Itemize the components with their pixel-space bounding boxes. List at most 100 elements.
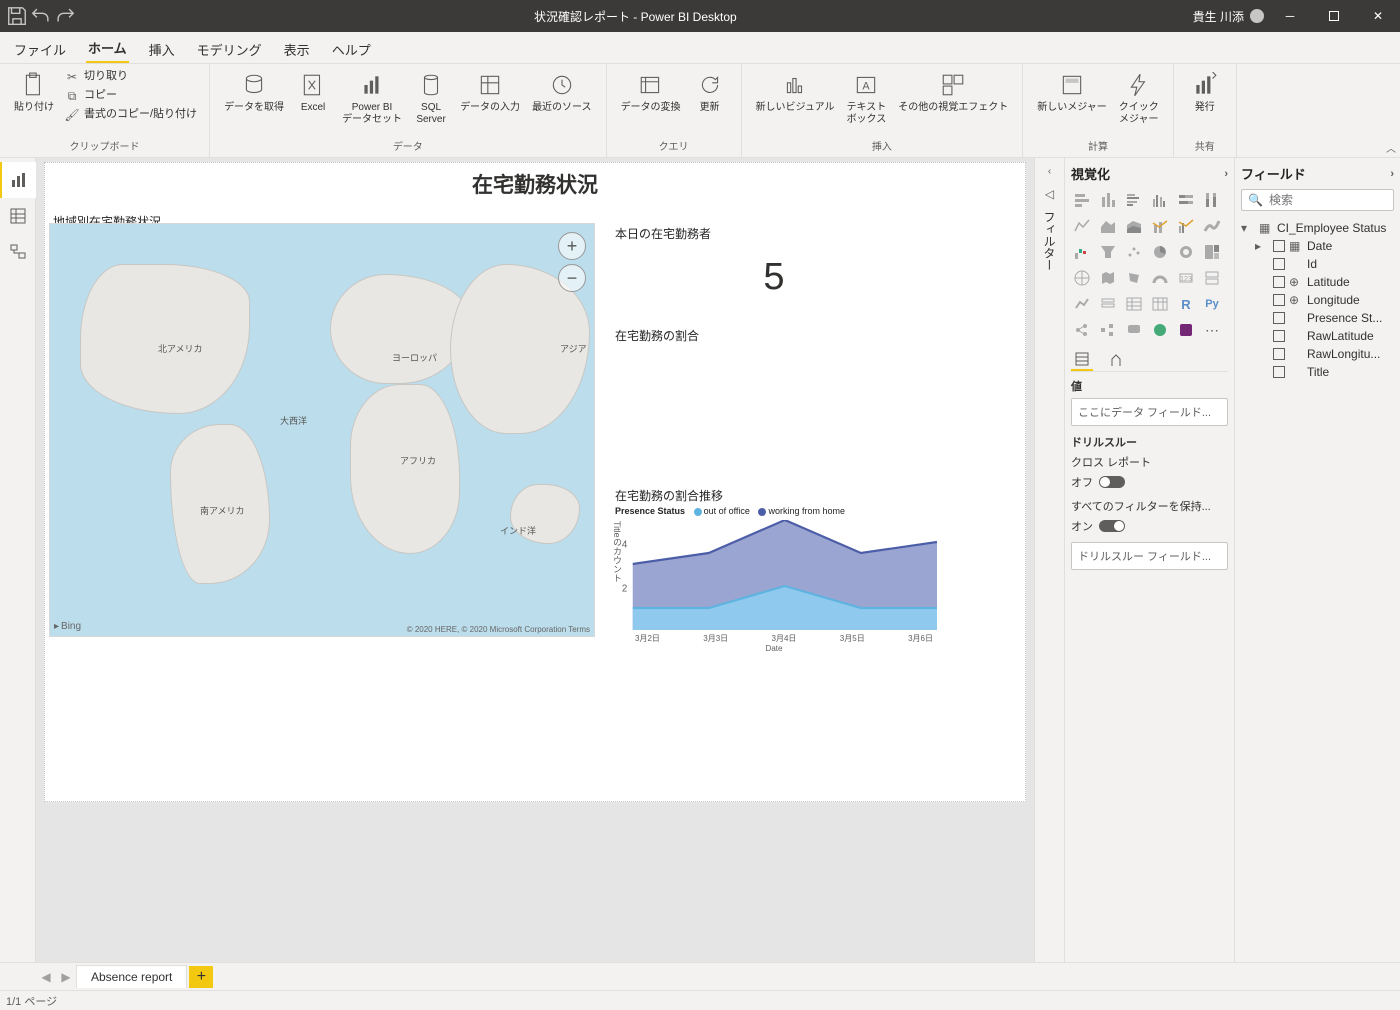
minimize-button[interactable]: ─ (1268, 0, 1312, 32)
page-tab[interactable]: Absence report (76, 965, 187, 988)
close-button[interactable]: ✕ (1356, 0, 1400, 32)
new-measure-button[interactable]: 新しいメジャー (1033, 68, 1111, 116)
map-zoom-out[interactable]: − (558, 264, 586, 292)
add-page-button[interactable]: + (189, 966, 213, 988)
report-canvas[interactable]: 在宅勤務状況 地域別在宅勤務状況 北アメリカ 南アメリカ ヨーロッパ アフリカ … (44, 162, 1026, 802)
model-view-button[interactable] (0, 234, 36, 270)
paste-button[interactable]: 貼り付け (10, 68, 58, 116)
tab-insert[interactable]: 挿入 (147, 34, 177, 63)
field-longitude[interactable]: ⊕Longitude (1255, 291, 1394, 309)
slicer-icon[interactable] (1097, 293, 1119, 315)
collapse-fields-panel[interactable]: › (1390, 168, 1394, 180)
decomposition-tree-icon[interactable] (1097, 319, 1119, 341)
qa-visual-icon[interactable] (1123, 319, 1145, 341)
recent-sources-button[interactable]: 最近のソース (528, 68, 596, 116)
pbi-dataset-button[interactable]: Power BI データセット (338, 68, 406, 128)
100-stacked-column-icon[interactable] (1201, 189, 1223, 211)
transform-button[interactable]: データの変換 (617, 68, 685, 116)
shape-map-icon[interactable] (1123, 267, 1145, 289)
gauge-icon[interactable] (1149, 267, 1171, 289)
map-zoom-in[interactable]: + (558, 232, 586, 260)
filters-icon[interactable]: ◁ (1045, 187, 1054, 201)
tab-view[interactable]: 表示 (282, 34, 312, 63)
next-page-button[interactable]: ▶ (56, 970, 76, 984)
funnel-icon[interactable] (1097, 241, 1119, 263)
values-drop[interactable]: ここにデータ フィールド... (1071, 398, 1228, 426)
format-tab[interactable] (1105, 349, 1127, 371)
fields-search[interactable]: 🔍 (1241, 189, 1394, 211)
kpi-icon[interactable] (1071, 293, 1093, 315)
undo-icon[interactable] (30, 5, 52, 27)
copy-button[interactable]: ⧉コピー (62, 87, 119, 105)
keep-filters-toggle[interactable]: オン (1071, 518, 1228, 534)
100-stacked-bar-icon[interactable] (1175, 189, 1197, 211)
field-rawlat[interactable]: RawLatitude (1255, 327, 1394, 345)
quick-measure-button[interactable]: クイック メジャー (1115, 68, 1163, 128)
collapse-vis-panel[interactable]: › (1224, 168, 1228, 180)
format-painter-button[interactable]: 🖌書式のコピー/貼り付け (62, 106, 199, 124)
trend-visual[interactable]: 在宅勤務の割合推移 Presence Status out of office … (611, 481, 937, 641)
new-visual-button[interactable]: 新しいビジュアル (752, 68, 839, 116)
filters-label[interactable]: フィルター (1041, 211, 1058, 271)
table-icon[interactable] (1123, 293, 1145, 315)
py-visual-icon[interactable]: Py (1201, 293, 1223, 315)
field-presence[interactable]: Presence St... (1255, 309, 1394, 327)
drill-drop[interactable]: ドリルスルー フィールド... (1071, 542, 1228, 570)
line-stacked-column-icon[interactable] (1149, 215, 1171, 237)
powerapps-icon[interactable] (1175, 319, 1197, 341)
text-box-button[interactable]: Aテキスト ボックス (843, 68, 891, 128)
report-view-button[interactable] (0, 162, 36, 198)
field-id[interactable]: Id (1255, 255, 1394, 273)
save-icon[interactable] (6, 5, 28, 27)
tab-home[interactable]: ホーム (86, 32, 129, 63)
filled-map-icon[interactable] (1097, 267, 1119, 289)
publish-button[interactable]: 発行 (1184, 68, 1226, 116)
maximize-button[interactable] (1312, 0, 1356, 32)
stacked-bar-icon[interactable] (1071, 189, 1093, 211)
cut-button[interactable]: ✂切り取り (62, 68, 130, 86)
field-title[interactable]: Title (1255, 363, 1394, 381)
stacked-area-icon[interactable] (1123, 215, 1145, 237)
sql-button[interactable]: SQL Server (410, 68, 452, 128)
waterfall-icon[interactable] (1071, 241, 1093, 263)
line-chart-icon[interactable] (1071, 215, 1093, 237)
search-input[interactable] (1269, 193, 1400, 207)
treemap-icon[interactable] (1201, 241, 1223, 263)
multirow-card-icon[interactable] (1201, 267, 1223, 289)
tab-modeling[interactable]: モデリング (195, 34, 264, 63)
field-latitude[interactable]: ⊕Latitude (1255, 273, 1394, 291)
kpi-visual[interactable]: 本日の在宅勤務者 5 (611, 219, 937, 311)
pie-icon[interactable] (1149, 241, 1171, 263)
user-account[interactable]: 貴生 川添 (1189, 8, 1268, 25)
scatter-icon[interactable] (1123, 241, 1145, 263)
fields-tab[interactable] (1071, 349, 1093, 371)
ribbon-chart-icon[interactable] (1201, 215, 1223, 237)
r-visual-icon[interactable]: R (1175, 293, 1197, 315)
stacked-column-icon[interactable] (1097, 189, 1119, 211)
donut-icon[interactable] (1175, 241, 1197, 263)
more-visuals-button[interactable]: その他の視覚エフェクト (894, 68, 1012, 116)
matrix-icon[interactable] (1149, 293, 1171, 315)
line-clustered-column-icon[interactable] (1175, 215, 1197, 237)
area-chart-icon[interactable] (1097, 215, 1119, 237)
clustered-bar-icon[interactable] (1123, 189, 1145, 211)
arcgis-icon[interactable] (1149, 319, 1171, 341)
prev-page-button[interactable]: ◀ (36, 970, 56, 984)
field-date[interactable]: ▸▦Date (1255, 237, 1394, 255)
tab-help[interactable]: ヘルプ (330, 34, 373, 63)
clustered-column-icon[interactable] (1149, 189, 1171, 211)
key-influencers-icon[interactable] (1071, 319, 1093, 341)
table-node[interactable]: ▾▦CI_Employee Status (1241, 219, 1394, 237)
ratio-visual[interactable]: 在宅勤務の割合 (611, 321, 937, 471)
map-icon[interactable] (1071, 267, 1093, 289)
field-rawlon[interactable]: RawLongitu... (1255, 345, 1394, 363)
redo-icon[interactable] (54, 5, 76, 27)
data-view-button[interactable] (0, 198, 36, 234)
excel-button[interactable]: Excel (292, 68, 334, 116)
refresh-button[interactable]: 更新 (689, 68, 731, 116)
get-more-visuals-icon[interactable]: ⋯ (1201, 319, 1223, 341)
cross-report-toggle[interactable]: オフ (1071, 474, 1228, 490)
expand-filters-icon[interactable]: ‹ (1048, 166, 1051, 177)
collapse-ribbon-icon[interactable]: ︿ (1386, 140, 1396, 155)
card-icon[interactable]: 123 (1175, 267, 1197, 289)
